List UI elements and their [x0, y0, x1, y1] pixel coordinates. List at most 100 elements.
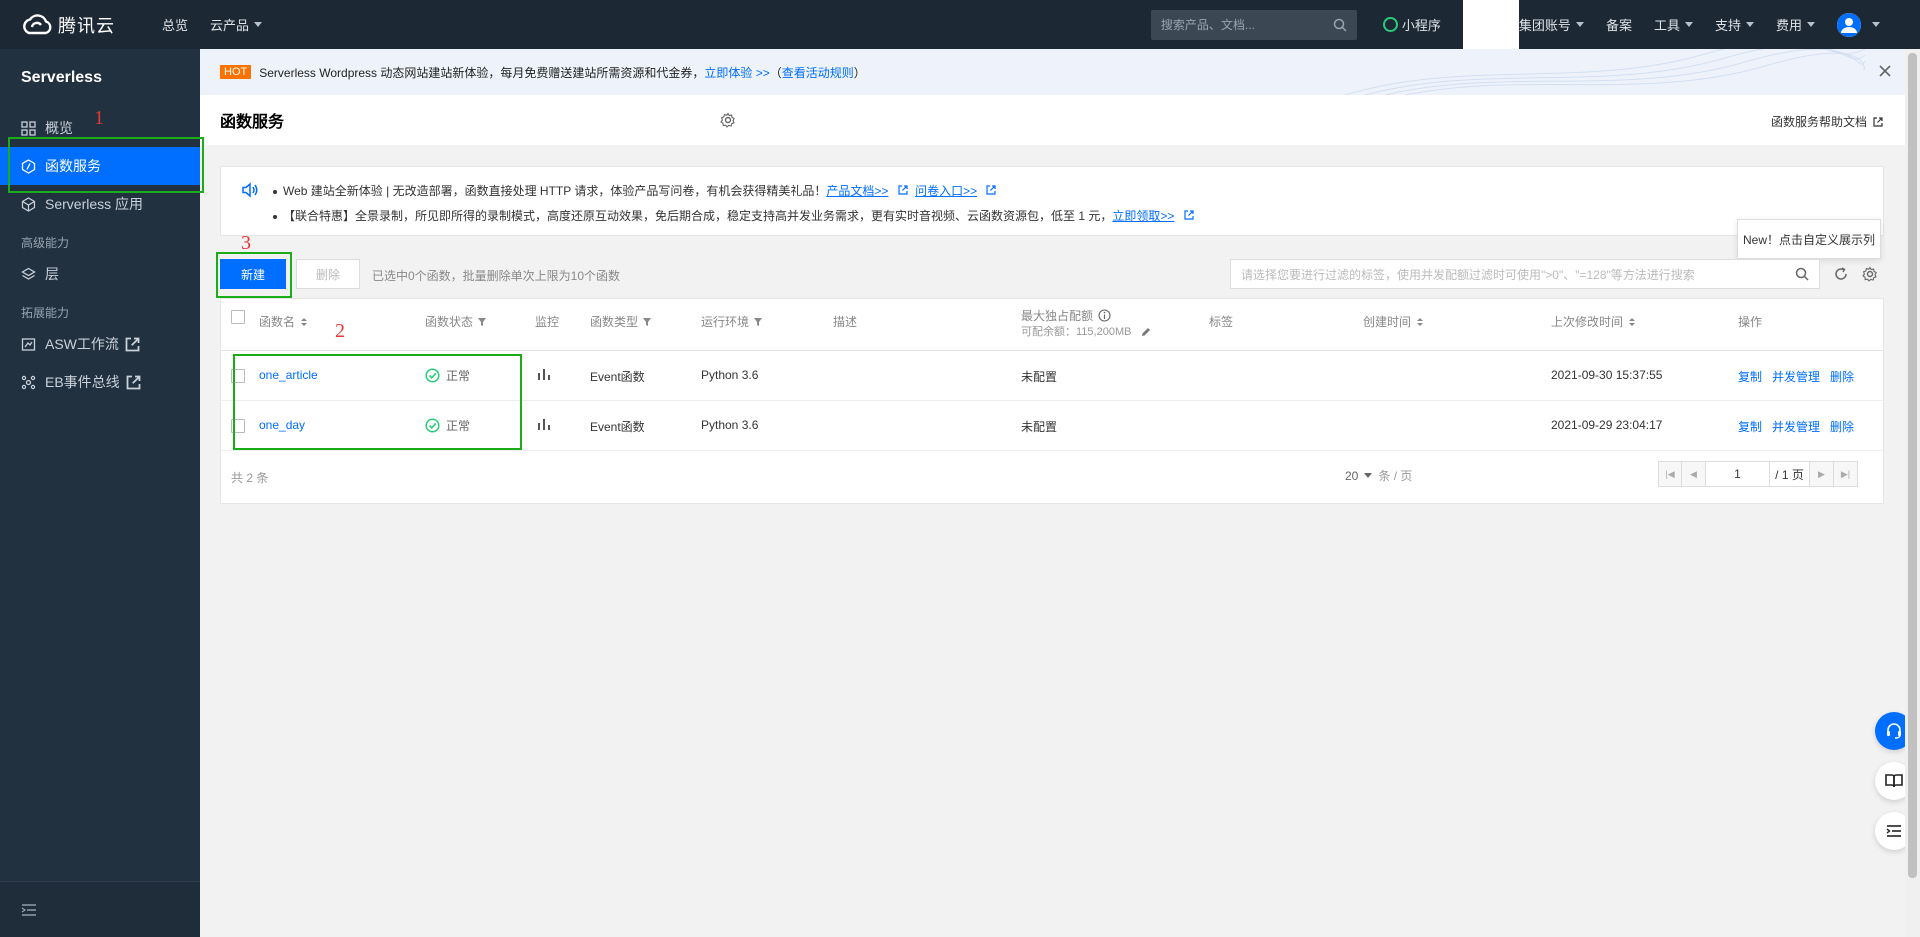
concurrency-link[interactable]: 并发管理 — [1772, 368, 1820, 385]
sidebar-group-extend: 拓展能力 — [21, 306, 70, 320]
modified-time: 2021-09-29 23:04:17 — [1551, 418, 1663, 432]
col-function-type[interactable]: 函数类型 — [590, 313, 652, 330]
promo-try-link[interactable]: 立即体验 >> — [704, 64, 769, 81]
close-icon[interactable] — [1877, 63, 1893, 79]
batch-delete-button[interactable]: 删除 — [296, 259, 360, 289]
page-number-input[interactable]: 1 — [1706, 461, 1770, 487]
col-max-quota: 最大独占配额 可配余额：115,200MB — [1021, 307, 1150, 338]
tencent-cloud-logo[interactable]: 腾讯云 — [20, 12, 140, 38]
annotation-box-3 — [216, 252, 292, 298]
sidebar-item-asw[interactable]: ASW工作流 — [0, 325, 200, 363]
promo-paren-open: （ — [769, 65, 782, 80]
nav-billing[interactable]: 费用 — [1776, 15, 1815, 34]
collapse-menu-icon — [21, 903, 36, 916]
sidebar-item-label: ASW工作流 — [45, 336, 119, 352]
col-label: 上次修改时间 — [1551, 315, 1624, 329]
promo-rules-link[interactable]: 查看活动规则 — [782, 64, 854, 81]
bullet — [273, 214, 277, 219]
nav-billing-label: 费用 — [1775, 18, 1802, 33]
sidebar-item-label: 概览 — [45, 120, 73, 136]
nav-support[interactable]: 支持 — [1715, 15, 1754, 34]
search-placeholder: 搜索产品、文档... — [1160, 18, 1255, 32]
copy-link[interactable]: 复制 — [1738, 418, 1762, 435]
chevron-down-icon — [1364, 473, 1373, 478]
nav-tools[interactable]: 工具 — [1654, 15, 1693, 34]
chevron-down-icon — [1745, 22, 1754, 27]
refresh-icon[interactable] — [1833, 266, 1849, 282]
sidebar-item-label: 层 — [45, 266, 59, 282]
chevron-down-icon — [254, 22, 263, 27]
nav-miniprogram[interactable]: 小程序 — [1382, 15, 1441, 34]
col-modified-time[interactable]: 上次修改时间 — [1551, 313, 1637, 330]
modified-time: 2021-09-30 15:37:55 — [1551, 368, 1663, 382]
first-page-button[interactable]: |◀ — [1658, 461, 1682, 487]
col-created-time[interactable]: 创建时间 — [1363, 313, 1425, 330]
next-page-button[interactable]: ▶ — [1810, 461, 1834, 487]
nav-products-label: 云产品 — [210, 18, 250, 33]
sort-icon — [1417, 317, 1424, 326]
custom-columns-tooltip: New！点击自定义展示列 — [1737, 219, 1881, 259]
scrollbar-thumb[interactable] — [1908, 53, 1917, 878]
sidebar-item-layer[interactable]: 层 — [0, 255, 200, 293]
delete-link[interactable]: 删除 — [1830, 418, 1854, 435]
external-link-icon — [125, 337, 140, 351]
bullet — [273, 189, 277, 194]
help-doc-link[interactable]: 函数服务帮助文档 — [1771, 113, 1883, 130]
concurrency-link[interactable]: 并发管理 — [1772, 418, 1820, 435]
page-header: 函数服务 函数服务帮助文档 — [200, 95, 1905, 145]
page-size-select[interactable]: 20 条 / 页 — [1345, 467, 1412, 484]
search-icon — [1795, 267, 1809, 281]
nav-group-account[interactable]: 集团账号 — [1519, 15, 1584, 34]
help-doc-label: 函数服务帮助文档 — [1770, 115, 1867, 129]
col-description: 描述 — [833, 315, 858, 329]
col-label: 创建时间 — [1363, 315, 1412, 329]
prev-page-button[interactable]: ◀ — [1682, 461, 1706, 487]
col-runtime[interactable]: 运行环境 — [701, 313, 763, 330]
external-link-icon — [126, 375, 141, 389]
last-page-button[interactable]: ▶| — [1834, 461, 1858, 487]
chevron-down-icon — [1872, 22, 1880, 27]
promo-text: Serverless Wordpress 动态网站建站新体验，每月免费赠送建站所… — [259, 65, 705, 80]
chevron-down-icon — [1575, 22, 1584, 27]
tag-filter-input[interactable]: 请选择您要进行过滤的标签，使用并发配额过滤时可使用">0"、"=128"等方法进… — [1230, 259, 1820, 289]
chevron-down-icon — [1684, 22, 1693, 27]
sort-icon — [1629, 317, 1636, 326]
page-size-unit: 条 / 页 — [1378, 469, 1413, 483]
col-function-name[interactable]: 函数名 — [259, 313, 309, 330]
monitor-bars-icon[interactable] — [537, 368, 551, 380]
claim-now-link[interactable]: 立即领取>> — [1112, 209, 1174, 223]
quota-value: 未配置 — [1021, 420, 1058, 434]
column-settings-gear-icon[interactable] — [1862, 266, 1878, 282]
global-search-input[interactable]: 搜索产品、文档... — [1150, 9, 1357, 40]
col-function-status[interactable]: 函数状态 — [425, 313, 487, 330]
hot-badge: HOT — [220, 65, 252, 79]
delete-link[interactable]: 删除 — [1830, 368, 1854, 385]
nav-products[interactable]: 云产品 — [210, 15, 263, 34]
user-menu[interactable] — [1837, 12, 1880, 37]
external-link-icon — [986, 185, 997, 195]
function-type: Event函数 — [590, 370, 645, 384]
col-label: 运行环境 — [701, 315, 750, 329]
sidebar-collapse-button[interactable] — [0, 881, 200, 937]
nav-overview[interactable]: 总览 — [162, 15, 188, 34]
copy-link[interactable]: 复制 — [1738, 368, 1762, 385]
sidebar-item-label: EB事件总线 — [45, 374, 120, 390]
info-icon[interactable] — [1098, 309, 1111, 322]
monitor-bars-icon[interactable] — [537, 418, 551, 430]
gear-icon[interactable] — [720, 112, 736, 128]
sidebar-item-label: Serverless 应用 — [45, 196, 144, 212]
survey-link[interactable]: 问卷入口>> — [915, 184, 977, 198]
product-doc-link[interactable]: 产品文档>> — [826, 184, 888, 198]
nav-filing[interactable]: 备案 — [1606, 15, 1632, 34]
col-label: 函数类型 — [590, 315, 639, 329]
filter-icon — [478, 317, 487, 326]
edit-pencil-icon[interactable] — [1141, 327, 1151, 337]
top-navbar: 腾讯云 总览 云产品 搜索产品、文档... 小程序 集团账号 备案 工具 支持 … — [0, 0, 1920, 49]
sidebar-title: Serverless — [21, 69, 102, 86]
sidebar-item-eb[interactable]: EB事件总线 — [0, 363, 200, 401]
select-all-checkbox[interactable] — [231, 310, 245, 324]
external-link-icon — [1873, 116, 1883, 127]
filter-placeholder: 请选择您要进行过滤的标签，使用并发配额过滤时可使用">0"、"=128"等方法进… — [1241, 267, 1695, 282]
table-header: 函数名 函数状态 监控 函数类型 运行环境 描述 最大独占配额 可配余额：115… — [221, 299, 1883, 351]
notice-line-1: Web 建站全新体验 | 无改造部署，函数直接处理 HTTP 请求，体验产品写问… — [273, 182, 997, 199]
